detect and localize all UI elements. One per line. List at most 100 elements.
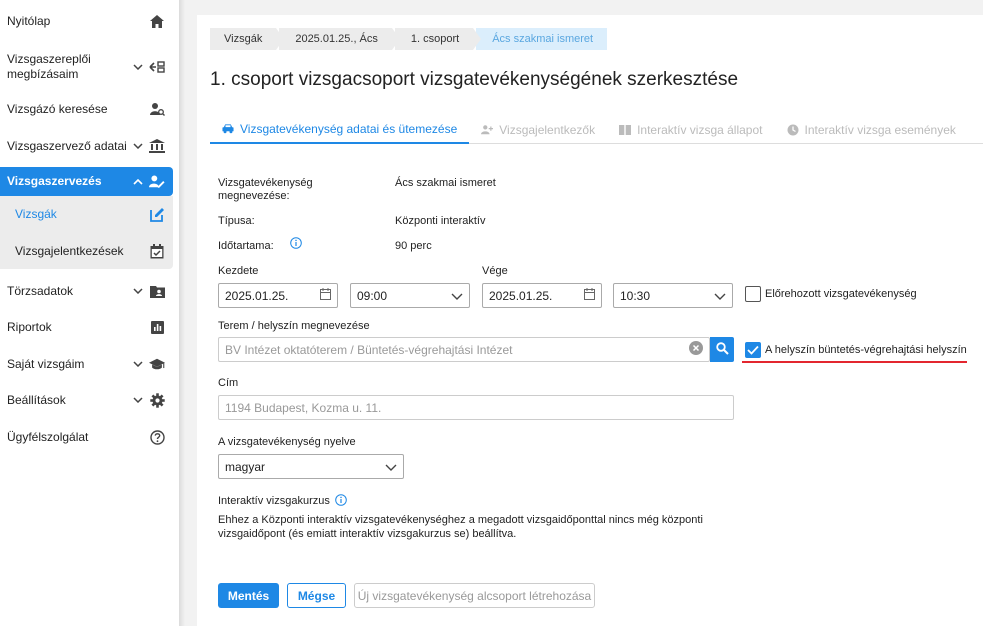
sidebar-item-label: Ügyfélszolgálat — [7, 429, 89, 444]
duration-value: 90 perc — [395, 240, 432, 252]
prison-location-label: A helyszín büntetés-végrehajtási helyszí… — [765, 344, 967, 356]
room-search-button[interactable] — [710, 337, 734, 362]
edit-icon — [149, 206, 165, 222]
sidebar-item-label: Riportok — [7, 319, 52, 334]
chevron-down-icon — [451, 289, 463, 303]
clock-icon — [787, 124, 799, 136]
assignment-icon — [149, 59, 165, 75]
person-search-icon — [149, 101, 165, 117]
start-label: Kezdete — [218, 265, 259, 277]
brought-forward-checkbox[interactable] — [745, 286, 761, 302]
breadcrumb: Vizsgák 2025.01.25., Ács 1. csoport Ács … — [210, 28, 610, 50]
save-button[interactable]: Mentés — [218, 583, 279, 608]
breadcrumb-item[interactable]: Vizsgák — [210, 28, 285, 50]
sidebar-item-label: Törzsadatok — [7, 283, 74, 298]
person-add-icon — [481, 124, 494, 136]
type-label: Típusa: — [218, 215, 255, 227]
start-date-value: 2025.01.25. — [225, 288, 289, 303]
help-icon — [149, 429, 165, 445]
info-icon[interactable] — [290, 237, 302, 249]
course-description: Ehhez a Központi interaktív vizsgatevéke… — [218, 514, 703, 540]
search-icon — [715, 341, 729, 358]
sidebar: Nyitólap Vizsgaszereplői megbízásaim Viz… — [0, 0, 180, 626]
end-time-value: 10:30 — [620, 288, 651, 303]
calendar-icon — [320, 288, 331, 303]
person-edit-icon — [149, 174, 165, 190]
breadcrumb-item-current: Ács szakmai ismeret — [476, 28, 608, 50]
sidebar-item-label: Vizsgaszereplői megbízásaim — [7, 52, 91, 81]
chevron-down-icon — [131, 60, 145, 74]
chevron-down-icon — [714, 289, 726, 303]
tab-bar: Vizsgatevékenység adatai és ütemezése Vi… — [210, 115, 983, 144]
sidebar-item-label: Vizsgajelentkezések — [15, 244, 124, 258]
start-date-field[interactable]: 2025.01.25. — [218, 283, 338, 308]
sidebar-item-home[interactable]: Nyitólap — [0, 12, 173, 30]
tab-label: Vizsgatevékenység adatai és ütemezése — [240, 121, 458, 136]
cancel-button[interactable]: Mégse — [287, 583, 346, 608]
sidebar-item-label: Saját vizsgáim — [7, 356, 85, 371]
prison-location-checkbox[interactable] — [745, 342, 761, 358]
columns-icon — [619, 124, 632, 136]
home-icon — [149, 13, 165, 29]
language-select[interactable]: magyar — [218, 454, 404, 479]
end-time-select[interactable]: 10:30 — [613, 283, 733, 308]
end-date-value: 2025.01.25. — [489, 288, 553, 303]
course-label: Interaktív vizsgakurzus — [218, 495, 330, 507]
tab-registrants[interactable]: Vizsgajelentkezők — [469, 115, 607, 144]
end-date-field[interactable]: 2025.01.25. — [482, 283, 602, 308]
car-icon — [222, 123, 234, 135]
language-label: A vizsgatevékenység nyelve — [218, 436, 356, 448]
tab-label: Vizsgajelentkezők — [499, 122, 596, 137]
sidebar-item-label: Beállítások — [7, 392, 66, 407]
sidebar-item-reports[interactable]: Riportok — [0, 318, 173, 336]
sidebar-item-support[interactable]: Ügyfélszolgálat — [0, 428, 173, 446]
sidebar-subitem-exams[interactable]: Vizsgák — [0, 204, 173, 224]
breadcrumb-item[interactable]: 1. csoport — [394, 28, 482, 50]
chevron-up-icon — [131, 175, 145, 189]
activity-name-label: Vizsgatevékenység megnevezése: — [218, 177, 313, 202]
end-label: Vége — [482, 265, 508, 277]
chevron-down-icon — [131, 357, 145, 371]
tab-interactive-status[interactable]: Interaktív vizsga állapot — [607, 115, 774, 144]
sidebar-item-assignments[interactable]: Vizsgaszereplői megbízásaim — [0, 51, 173, 83]
checkmark-icon — [747, 345, 759, 355]
room-value: BV Intézet oktatóterem / Büntetés-végreh… — [225, 342, 513, 357]
clear-icon[interactable] — [689, 341, 703, 358]
sidebar-item-settings[interactable]: Beállítások — [0, 391, 173, 409]
sidebar-item-label: Vizsgaszervező adatai — [7, 138, 127, 153]
info-icon[interactable] — [335, 494, 347, 506]
tab-activity-data[interactable]: Vizsgatevékenység adatai és ütemezése — [210, 115, 470, 144]
address-input[interactable]: 1194 Budapest, Kozma u. 11. — [218, 395, 734, 420]
sidebar-item-examinee-search[interactable]: Vizsgázó keresése — [0, 100, 173, 118]
start-time-select[interactable]: 09:00 — [350, 283, 470, 308]
tab-interactive-events[interactable]: Interaktív vizsga események — [775, 115, 968, 144]
gear-icon — [149, 392, 165, 408]
sidebar-item-master-data[interactable]: Törzsadatok — [0, 282, 173, 300]
tab-label: Interaktív vizsga állapot — [637, 122, 763, 137]
page-title: 1. csoport vizsgacsoport vizsgatevékenys… — [210, 69, 739, 90]
chevron-down-icon — [131, 393, 145, 407]
room-input[interactable]: BV Intézet oktatóterem / Büntetés-végreh… — [218, 337, 710, 362]
sidebar-submenu: Vizsgák Vizsgajelentkezések — [0, 196, 173, 269]
tab-label: Interaktív vizsga események — [804, 122, 956, 137]
start-time-value: 09:00 — [357, 288, 388, 303]
activity-name-value: Ács szakmai ismeret — [395, 177, 496, 189]
sidebar-item-my-exams[interactable]: Saját vizsgáim — [0, 355, 173, 373]
sidebar-subitem-registrations[interactable]: Vizsgajelentkezések — [0, 241, 173, 261]
chevron-down-icon — [385, 460, 397, 474]
sidebar-item-label: Vizsgaszervezés — [7, 174, 102, 188]
highlight-underline — [742, 361, 967, 363]
sidebar-shadow — [180, 0, 185, 626]
breadcrumb-item[interactable]: 2025.01.25., Ács — [279, 28, 400, 50]
duration-label: Időtartama: — [218, 240, 274, 252]
main-content: Vizsgák 2025.01.25., Ács 1. csoport Ács … — [197, 15, 983, 626]
address-label: Cím — [218, 377, 239, 389]
sidebar-item-label: Vizsgák — [15, 207, 57, 221]
calendar-icon — [584, 288, 595, 303]
sidebar-item-organizer-data[interactable]: Vizsgaszervező adatai — [0, 137, 173, 155]
brought-forward-label: Előrehozott vizsgatevékenység — [765, 288, 917, 300]
room-label: Terem / helyszín megnevezése — [218, 320, 370, 332]
new-subgroup-button[interactable]: Új vizsgatevékenység alcsoport létrehozá… — [354, 583, 595, 608]
sidebar-item-exam-organization[interactable]: Vizsgaszervezés — [0, 167, 173, 196]
graduation-cap-icon — [149, 356, 165, 372]
